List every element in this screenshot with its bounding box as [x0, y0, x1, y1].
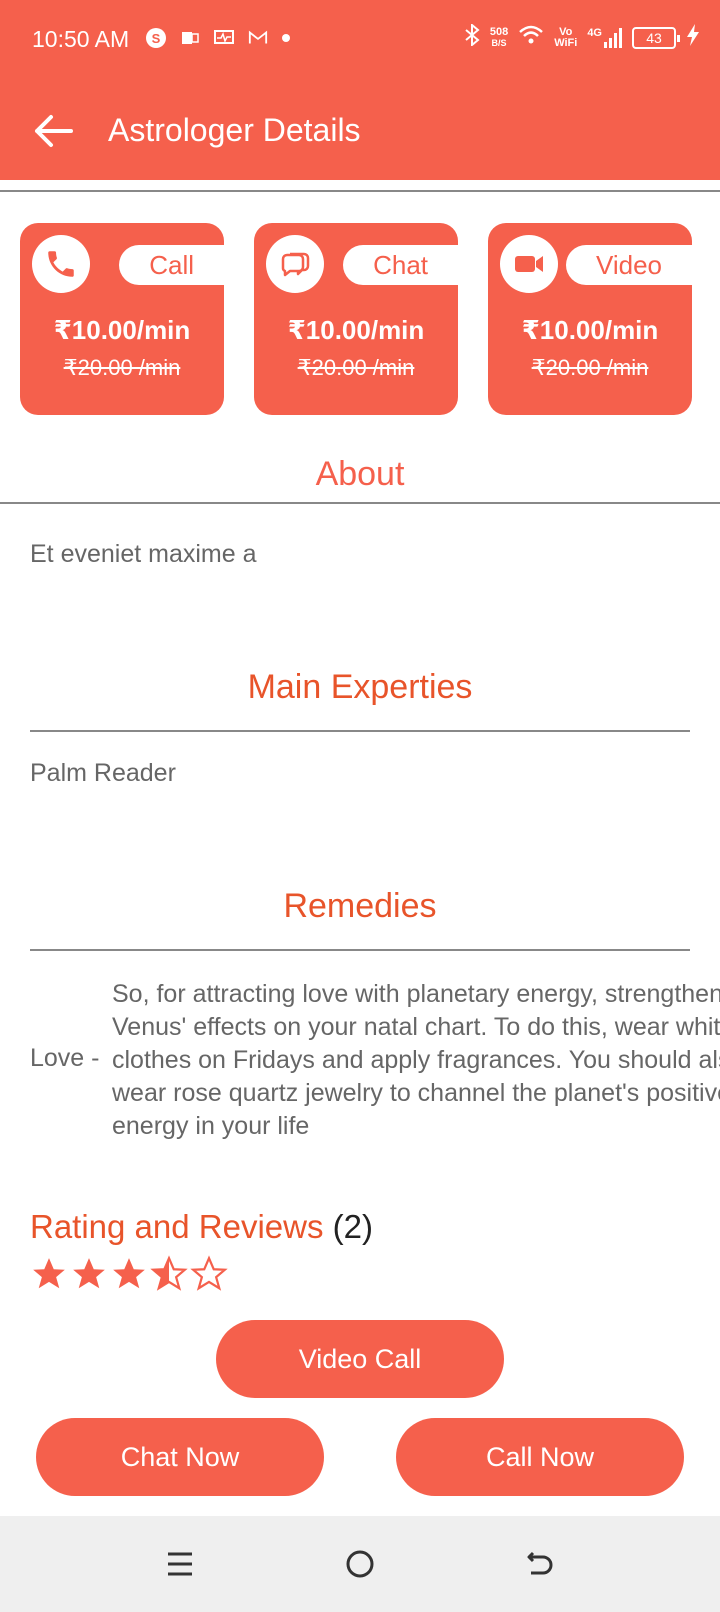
battery-indicator: 43 — [632, 26, 680, 49]
arrow-left-icon — [35, 115, 73, 147]
expertise-text: Palm Reader — [30, 759, 176, 787]
back-button[interactable] — [30, 108, 76, 154]
status-time: 10:50 AM — [32, 26, 130, 52]
home-button[interactable] — [340, 1544, 380, 1584]
remedy-text: So, for attracting love with planetary e… — [112, 980, 720, 1140]
skype-icon: S — [146, 28, 166, 48]
video-camera-icon — [500, 235, 558, 293]
data-speed: 508 B/S — [489, 25, 509, 49]
outlook-icon — [180, 28, 200, 48]
chat-card[interactable]: Chat ₹10.00/min ₹20.00 /min — [254, 223, 458, 415]
back-return-icon — [527, 1551, 553, 1575]
remedies-heading: Remedies — [283, 887, 437, 925]
star-icon — [113, 1258, 145, 1289]
charging-icon — [686, 24, 700, 51]
rating-heading: Rating and Reviews (2) — [30, 1208, 373, 1246]
video-label: Video — [565, 245, 692, 285]
remedies-divider — [30, 949, 690, 951]
call-old-price: ₹20.00 /min — [63, 355, 181, 380]
vowifi-top: Vo — [559, 25, 573, 38]
system-back-button[interactable] — [520, 1544, 560, 1584]
menu-lines-icon — [168, 1552, 192, 1576]
activity-icon — [214, 28, 234, 48]
recent-apps-button[interactable] — [160, 1544, 200, 1584]
call-label: Call — [119, 245, 224, 285]
chat-label: Chat — [343, 245, 458, 285]
expertise-divider — [30, 730, 690, 732]
star-icon — [73, 1258, 105, 1289]
system-icons: 508 B/S Vo WiFi 4G 43 — [464, 22, 700, 51]
about-divider — [0, 502, 720, 504]
call-card[interactable]: Call ₹10.00/min ₹20.00 /min — [20, 223, 224, 415]
video-price: ₹10.00/min — [521, 315, 659, 345]
remedy-key: Love - — [30, 1044, 100, 1072]
system-nav-bar — [0, 1516, 720, 1612]
wifi-icon — [518, 24, 544, 51]
star-icon — [33, 1258, 65, 1289]
review-count: (2) — [332, 1208, 374, 1245]
more-notifications-dot — [282, 34, 290, 42]
gmail-icon — [248, 28, 268, 48]
chat-bubble-icon — [266, 235, 324, 293]
remedy-row: Love - So, for attracting love with plan… — [30, 978, 720, 1143]
vowifi-bottom: WiFi — [554, 36, 578, 49]
about-text: Et eveniet maxime a — [30, 540, 257, 568]
home-circle-icon — [346, 1550, 374, 1578]
chat-old-price: ₹20.00 /min — [297, 355, 415, 380]
vowifi-indicator: Vo WiFi — [554, 25, 578, 49]
app-bar: Astrologer Details — [0, 80, 720, 180]
network-type: 4G — [587, 26, 602, 39]
video-old-price: ₹20.00 /min — [531, 355, 649, 380]
about-heading: About — [315, 455, 405, 493]
divider — [0, 190, 720, 192]
data-speed-unit: B/S — [491, 37, 507, 48]
star-half-icon — [150, 1255, 188, 1291]
video-card[interactable]: Video ₹10.00/min ₹20.00 /min — [488, 223, 692, 415]
chat-now-button[interactable]: Chat Now — [36, 1418, 324, 1496]
bluetooth-icon — [464, 22, 480, 51]
signal-icon: 4G — [587, 26, 622, 48]
rating-label: Rating and Reviews — [30, 1208, 324, 1245]
star-outline-icon — [190, 1255, 228, 1291]
data-speed-value: 508 — [489, 25, 509, 38]
notification-icons: S — [146, 28, 290, 48]
call-price: ₹10.00/min — [53, 315, 191, 345]
page-title: Astrologer Details — [108, 112, 361, 148]
phone-icon — [32, 235, 90, 293]
chat-price: ₹10.00/min — [287, 315, 425, 345]
video-call-button[interactable]: Video Call — [216, 1320, 504, 1398]
expertise-heading: Main Experties — [247, 668, 473, 706]
star-rating — [30, 1255, 228, 1293]
service-cards: Call ₹10.00/min ₹20.00 /min Chat ₹10.00/… — [20, 223, 692, 415]
status-bar: 10:50 AM S 508 B/S Vo WiFi 4G 43 — [0, 0, 720, 80]
call-now-button[interactable]: Call Now — [396, 1418, 684, 1496]
